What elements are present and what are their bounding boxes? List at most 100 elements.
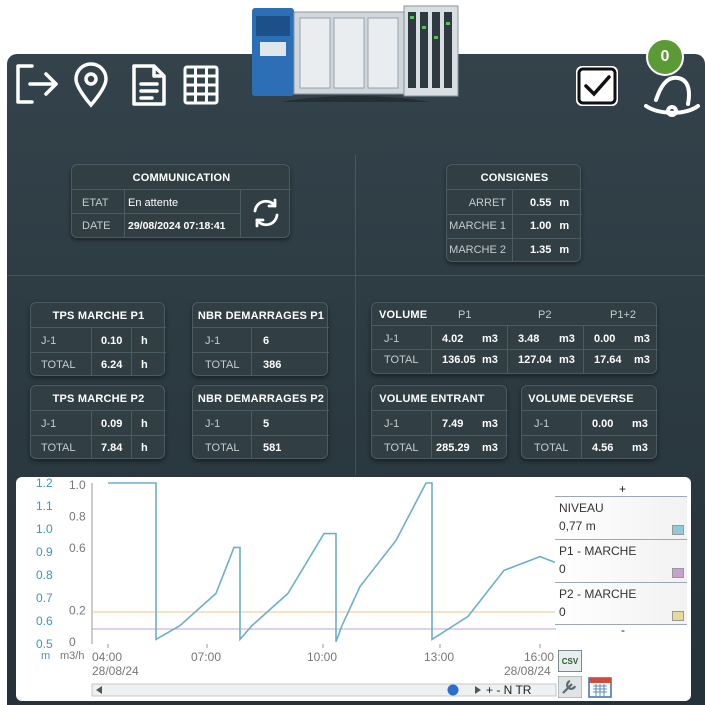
- x-date-left: 28/08/24: [92, 664, 139, 678]
- unit: h: [141, 359, 148, 371]
- legend-value: 0: [559, 562, 566, 576]
- document-icon[interactable]: [130, 62, 168, 108]
- consignes-card: CONSIGNES ARRET 0.55 m MARCHE 1 1.00 m MAR…: [446, 164, 582, 262]
- volume-p1-total: 136.05: [442, 354, 476, 366]
- legend-item-p2-marche[interactable]: P2 - MARCHE 0: [555, 582, 687, 625]
- volume-col-p12: P1+2: [610, 309, 636, 321]
- legend-value: 0,77 m: [559, 519, 596, 533]
- map-pin-icon[interactable]: [72, 62, 110, 108]
- j1-label: J-1: [534, 418, 550, 430]
- table-icon[interactable]: [182, 64, 220, 106]
- unit: m3: [559, 333, 575, 345]
- tps-p1-total-value: 6.24: [101, 359, 123, 371]
- chart-legend: + NIVEAU 0,77 m P1 - MARCHE 0 P2 - MARCH…: [555, 482, 687, 637]
- nav-controls: + - N TR: [486, 683, 532, 697]
- consigne-value: 1.00: [530, 220, 552, 232]
- nbr-p1-title: NBR DEMARRAGES P1: [197, 310, 325, 322]
- unit: m3: [482, 354, 498, 366]
- legend-name: NIVEAU: [559, 501, 604, 515]
- consigne-unit: m: [559, 220, 570, 232]
- tps-marche-p1-card: TPS MARCHE P1 J-1 0.10 h TOTAL 6.24 h: [30, 302, 166, 376]
- unit: m3: [482, 333, 498, 345]
- j1-label: J-1: [41, 418, 57, 430]
- right-axis-unit: m3/h: [60, 650, 84, 662]
- nbr-p2-j1-value: 5: [263, 418, 270, 430]
- total-label: TOTAL: [384, 354, 419, 366]
- volume-p1-j1: 4.02: [442, 333, 464, 345]
- right-tick-label: 0.8: [69, 509, 86, 523]
- volume-title: VOLUME: [379, 309, 428, 321]
- logout-icon[interactable]: [14, 62, 60, 106]
- volume-col-p1: P1: [458, 309, 472, 321]
- j1-label: J-1: [41, 335, 57, 347]
- legend-name: P2 - MARCHE: [559, 587, 637, 601]
- legend-swatch: [672, 568, 684, 578]
- refresh-icon[interactable]: [250, 197, 282, 229]
- nbr-demarrages-p2-card: NBR DEMARRAGES P2 J-1 5 TOTAL 581: [192, 385, 329, 459]
- legend-swatch: [672, 611, 684, 621]
- total-label: TOTAL: [41, 359, 76, 371]
- consigne-label: MARCHE 2: [449, 244, 506, 256]
- nbr-p2-total-value: 581: [263, 442, 282, 454]
- niveau-series-line: [108, 482, 559, 642]
- tps-p1-title: TPS MARCHE P1: [52, 310, 145, 322]
- consigne-unit: m: [559, 244, 570, 256]
- left-tick-label: 1.1: [36, 499, 53, 513]
- right-tick-label: 0.6: [69, 541, 86, 555]
- volume-deverse-card: VOLUME DEVERSE J-1 0.00 m3 TOTAL 4.56 m3: [521, 385, 658, 459]
- right-tick-label: 0: [69, 635, 76, 649]
- right-tick-label: 0.2: [69, 604, 86, 618]
- csv-export-button[interactable]: CSV: [558, 650, 582, 672]
- nbr-p1-j1-value: 6: [263, 335, 270, 347]
- unit: m3: [634, 354, 650, 366]
- left-tick-label: 0.5: [36, 637, 53, 651]
- volume-deverse-total: 4.56: [592, 442, 614, 454]
- volume-p12-total: 17.64: [594, 354, 622, 366]
- total-label: TOTAL: [205, 359, 240, 371]
- j1-label: J-1: [205, 335, 221, 347]
- etat-value: En attente: [128, 197, 179, 209]
- total-label: TOTAL: [205, 442, 240, 454]
- x-date-right: 28/08/24: [504, 664, 551, 678]
- volume-p2-total: 127.04: [518, 354, 552, 366]
- left-axis-unit: m: [41, 650, 50, 662]
- communication-title: COMMUNICATION: [132, 172, 231, 184]
- device-image: [250, 2, 460, 124]
- consigne-unit: m: [559, 197, 570, 209]
- volume-entrant-title: VOLUME ENTRANT: [379, 393, 485, 405]
- legend-item-p1-marche[interactable]: P1 - MARCHE 0: [555, 539, 687, 582]
- left-tick-label: 1.2: [36, 477, 53, 490]
- divider-horizontal: [7, 275, 705, 276]
- volume-deverse-title: VOLUME DEVERSE: [528, 393, 634, 405]
- consigne-value: 0.55: [530, 197, 552, 209]
- settings-tools-icon[interactable]: [557, 675, 583, 699]
- consignes-title: CONSIGNES: [480, 172, 549, 184]
- legend-expand-button[interactable]: +: [619, 482, 626, 496]
- consigne-label: ARRET: [468, 197, 506, 209]
- unit: h: [141, 335, 148, 347]
- unit: m3: [482, 442, 498, 454]
- left-tick-label: 0.7: [36, 591, 53, 605]
- x-tick-label: 10:00: [307, 650, 337, 664]
- legend-collapse-button[interactable]: -: [621, 623, 625, 637]
- unit: m3: [559, 354, 575, 366]
- total-label: TOTAL: [534, 442, 569, 454]
- unit: h: [141, 442, 148, 454]
- date-value: 29/08/2024 07:18:41: [128, 220, 226, 232]
- left-tick-label: 0.9: [36, 545, 53, 559]
- unit: m3: [632, 442, 648, 454]
- calendar-icon[interactable]: [588, 676, 612, 698]
- left-tick-label: 0.8: [36, 568, 53, 582]
- checkbox-icon[interactable]: [574, 64, 620, 108]
- scroll-thumb: [447, 684, 459, 696]
- total-label: TOTAL: [384, 442, 419, 454]
- etat-label: ETAT: [82, 197, 109, 209]
- notification-badge[interactable]: 0: [646, 38, 684, 76]
- communication-card: COMMUNICATION ETAT En attente DATE 29/08…: [71, 164, 291, 238]
- consigne-value: 1.35: [530, 244, 552, 256]
- legend-value: 0: [559, 605, 566, 619]
- legend-item-niveau[interactable]: NIVEAU 0,77 m: [555, 496, 687, 539]
- volume-deverse-j1: 0.00: [592, 418, 614, 430]
- legend-swatch: [672, 525, 684, 535]
- tps-p2-total-value: 7.84: [101, 442, 123, 454]
